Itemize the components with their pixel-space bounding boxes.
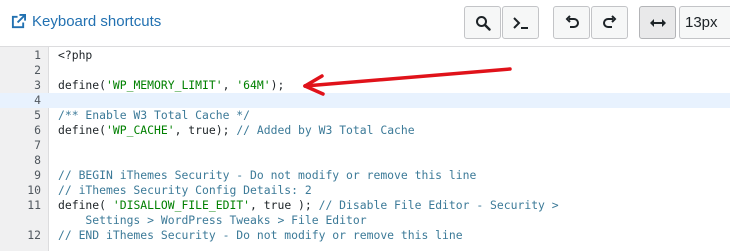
external-link-icon (11, 14, 26, 29)
search-icon (475, 15, 491, 31)
terminal-icon (512, 16, 528, 29)
toggle-width-button[interactable] (639, 6, 676, 39)
redo-icon (602, 14, 616, 28)
keyboard-shortcuts-link[interactable]: Keyboard shortcuts (11, 13, 161, 30)
red-arrow-annotation (303, 67, 512, 96)
keyboard-shortcuts-label: Keyboard shortcuts (32, 13, 162, 30)
search-button[interactable] (464, 6, 501, 39)
editor-toolbar: Keyboard shortcuts 13px (0, 0, 730, 46)
terminal-button[interactable] (502, 6, 539, 39)
code-editor[interactable]: 1 <?php 2 3 define('WP_MEMORY_LIMIT', '64M')… (0, 46, 730, 251)
redo-button[interactable] (591, 6, 628, 39)
horizontal-arrows-icon (649, 18, 666, 27)
undo-icon (565, 14, 579, 28)
undo-button[interactable] (553, 6, 590, 39)
font-size-select[interactable]: 13px (679, 6, 730, 39)
